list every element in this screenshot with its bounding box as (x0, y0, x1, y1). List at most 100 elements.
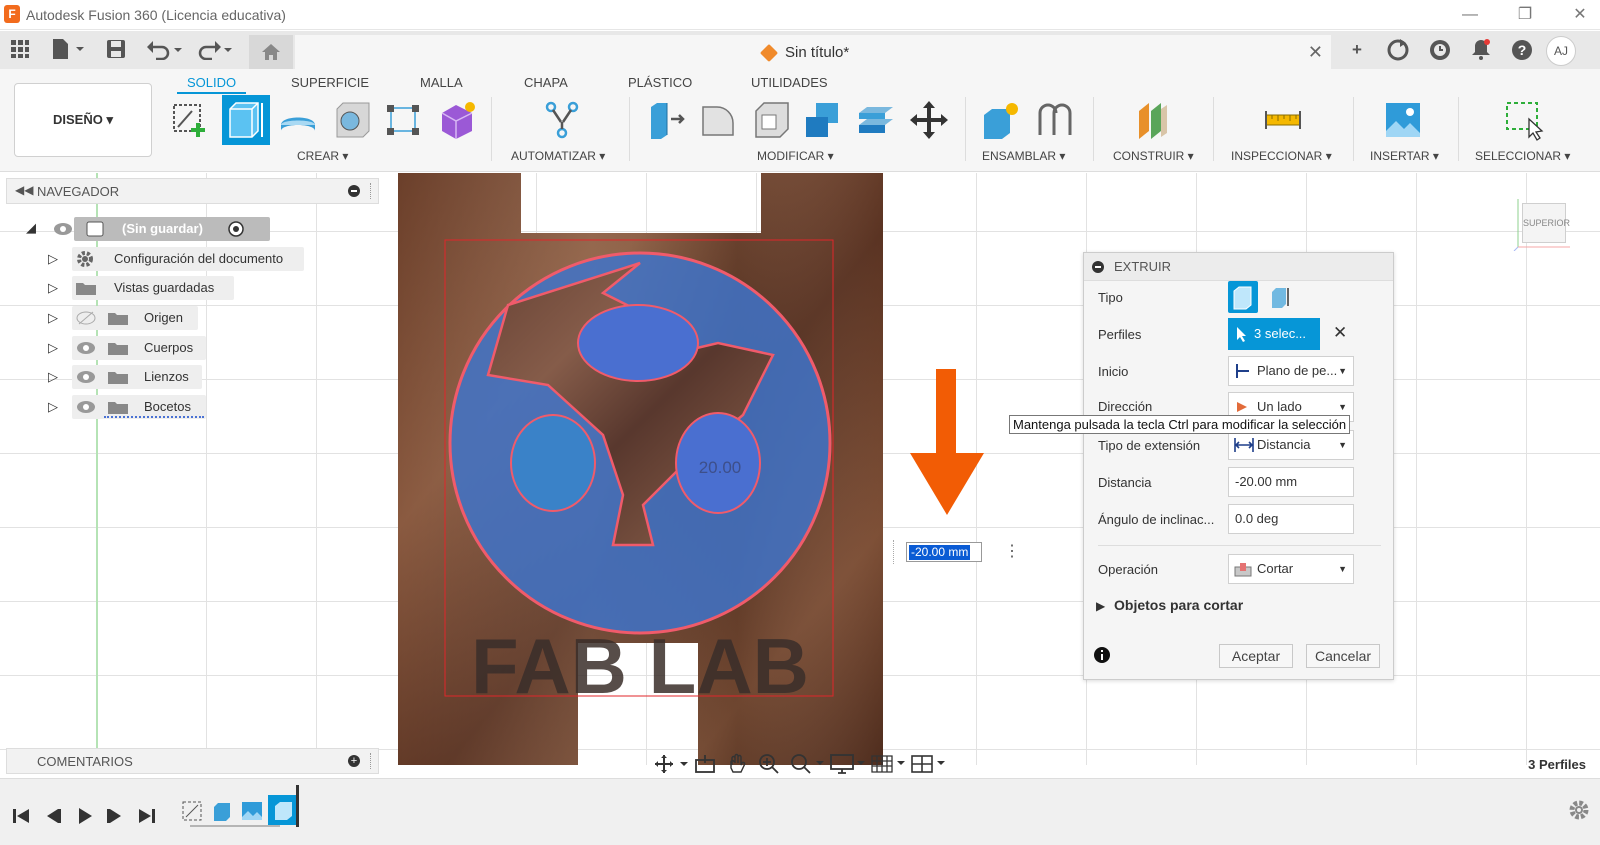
group-insertar[interactable]: INSERTAR ▾ (1370, 149, 1439, 163)
fillet-icon[interactable] (697, 99, 739, 141)
tab-chapa[interactable]: CHAPA (524, 75, 568, 90)
nav-item-vistas[interactable]: ▷ Vistas guardadas (48, 276, 248, 300)
expand-caret-icon[interactable]: ▷ (48, 310, 58, 326)
operacion-select[interactable]: Cortar ▼ (1228, 554, 1354, 584)
tipo-extension-select[interactable]: Distancia ▼ (1228, 430, 1354, 460)
replace-face-icon[interactable] (855, 99, 897, 141)
play-icon[interactable] (76, 807, 94, 825)
tab-solido[interactable]: SOLIDO (176, 75, 247, 94)
dimension-menu-icon[interactable]: ⋮ (1004, 542, 1020, 562)
measure-icon[interactable] (1262, 99, 1304, 141)
restore-button[interactable]: ❐ (1510, 4, 1540, 26)
info-icon[interactable] (1094, 647, 1110, 663)
next-step-icon[interactable] (106, 807, 124, 825)
pan-hand-icon[interactable] (726, 753, 748, 775)
combine-icon[interactable] (802, 99, 844, 141)
redo-icon[interactable] (196, 38, 234, 60)
file-menu-icon[interactable] (50, 37, 84, 61)
look-at-icon[interactable] (694, 754, 716, 774)
display-settings-icon[interactable] (830, 753, 866, 775)
activate-radio-icon[interactable] (228, 221, 244, 237)
app-grid-icon[interactable] (10, 38, 30, 60)
tab-malla[interactable]: MALLA (420, 75, 463, 90)
revolve-icon[interactable] (277, 99, 319, 141)
offset-plane-icon[interactable] (1133, 99, 1175, 141)
timeline-current-feature[interactable] (268, 795, 298, 825)
close-tab-icon[interactable]: ✕ (1308, 42, 1323, 63)
insert-canvas-icon[interactable] (1382, 99, 1424, 141)
extrude-icon[interactable] (222, 95, 270, 145)
clear-selection-icon[interactable]: ✕ (1333, 323, 1347, 343)
visibility-eye-icon[interactable] (76, 400, 96, 414)
timeline-canvas-icon[interactable] (240, 799, 264, 823)
zoom-icon[interactable] (758, 753, 782, 775)
tab-utilidades[interactable]: UTILIDADES (751, 75, 828, 90)
first-step-icon[interactable] (12, 807, 30, 825)
collapse-left-icon[interactable]: ◀◀ (15, 183, 33, 197)
cancelar-button[interactable]: Cancelar (1306, 644, 1380, 668)
create-sketch-icon[interactable] (170, 99, 212, 141)
tab-plastico[interactable]: PLÁSTICO (628, 75, 692, 90)
user-avatar[interactable]: AJ (1546, 36, 1576, 66)
viewcube[interactable]: SUPERIOR (1513, 197, 1570, 251)
hole-icon[interactable] (331, 99, 373, 141)
timeline-extrude-icon[interactable] (210, 799, 234, 823)
minimize-button[interactable]: — (1455, 4, 1485, 26)
notifications-icon[interactable] (1469, 37, 1493, 61)
comments-add-icon[interactable]: + (348, 755, 360, 767)
objetos-cortar-label[interactable]: Objetos para cortar (1114, 597, 1243, 613)
expand-caret-icon[interactable]: ▷ (48, 399, 58, 415)
group-automatizar[interactable]: AUTOMATIZAR ▾ (511, 149, 605, 163)
visibility-eye-icon[interactable] (53, 222, 73, 236)
expand-caret-icon[interactable]: ◢ (26, 220, 36, 236)
nav-item-cuerpos[interactable]: ▷ Cuerpos (48, 336, 208, 360)
timeline-marker[interactable] (296, 785, 299, 827)
expand-caret-icon[interactable]: ▷ (48, 251, 58, 267)
nav-root-row[interactable]: ◢ (Sin guardar) (26, 217, 270, 241)
job-status-icon[interactable] (1428, 38, 1452, 62)
move-icon[interactable] (908, 99, 950, 141)
nav-item-configuracion[interactable]: ▷ Configuración del documento (48, 247, 308, 271)
press-pull-icon[interactable] (645, 99, 687, 141)
joint-icon[interactable] (1034, 99, 1076, 141)
group-seleccionar[interactable]: SELECCIONAR ▾ (1475, 149, 1570, 163)
nav-item-lienzos[interactable]: ▷ Lienzos (48, 365, 208, 389)
expand-objetos-icon[interactable]: ▶ (1096, 599, 1105, 613)
nav-item-bocetos[interactable]: ▷ Bocetos (48, 395, 218, 419)
automate-icon[interactable] (541, 99, 583, 141)
form-icon[interactable] (436, 99, 478, 141)
distancia-input[interactable]: -20.00 mm (1228, 467, 1354, 497)
grid-settings-icon[interactable] (870, 753, 906, 775)
dimension-grip-icon[interactable] (893, 540, 903, 564)
group-inspeccionar[interactable]: INSPECCIONAR ▾ (1231, 149, 1332, 163)
fit-icon[interactable] (790, 753, 824, 775)
last-step-icon[interactable] (138, 807, 156, 825)
dialog-collapse-icon[interactable] (1092, 261, 1104, 273)
tipo-solid-button[interactable] (1228, 281, 1258, 313)
extrude-direction-arrow[interactable] (910, 369, 984, 515)
angulo-input[interactable]: 0.0 deg (1228, 504, 1354, 534)
viewcube-face[interactable]: SUPERIOR (1522, 203, 1570, 243)
workspace-switcher-button[interactable]: DISEÑO ▾ (14, 83, 152, 157)
group-ensamblar[interactable]: ENSAMBLAR ▾ (982, 149, 1065, 163)
new-tab-icon[interactable]: + (1344, 37, 1370, 63)
previous-step-icon[interactable] (44, 807, 62, 825)
dimension-input[interactable]: -20.00 mm (906, 542, 982, 562)
timeline-sketch-icon[interactable] (180, 799, 204, 823)
hidden-eye-icon[interactable] (76, 311, 96, 325)
perfiles-selection-button[interactable]: 3 selec... (1228, 318, 1320, 350)
extrude-dialog-header[interactable]: EXTRUIR (1084, 253, 1393, 281)
expand-caret-icon[interactable]: ▷ (48, 280, 58, 296)
group-modificar[interactable]: MODIFICAR ▾ (757, 149, 834, 163)
new-component-icon[interactable] (980, 99, 1022, 141)
help-icon[interactable]: ? (1510, 38, 1534, 62)
visibility-eye-icon[interactable] (76, 341, 96, 355)
aceptar-button[interactable]: Aceptar (1219, 644, 1293, 668)
panel-grip-icon[interactable] (370, 753, 372, 769)
tipo-thin-icon[interactable] (1266, 283, 1294, 311)
settings-gear-icon[interactable] (1568, 799, 1590, 821)
group-crear[interactable]: CREAR ▾ (297, 149, 348, 163)
sync-icon[interactable] (1386, 38, 1410, 62)
select-icon[interactable] (1503, 99, 1545, 141)
shell-icon[interactable] (750, 99, 792, 141)
